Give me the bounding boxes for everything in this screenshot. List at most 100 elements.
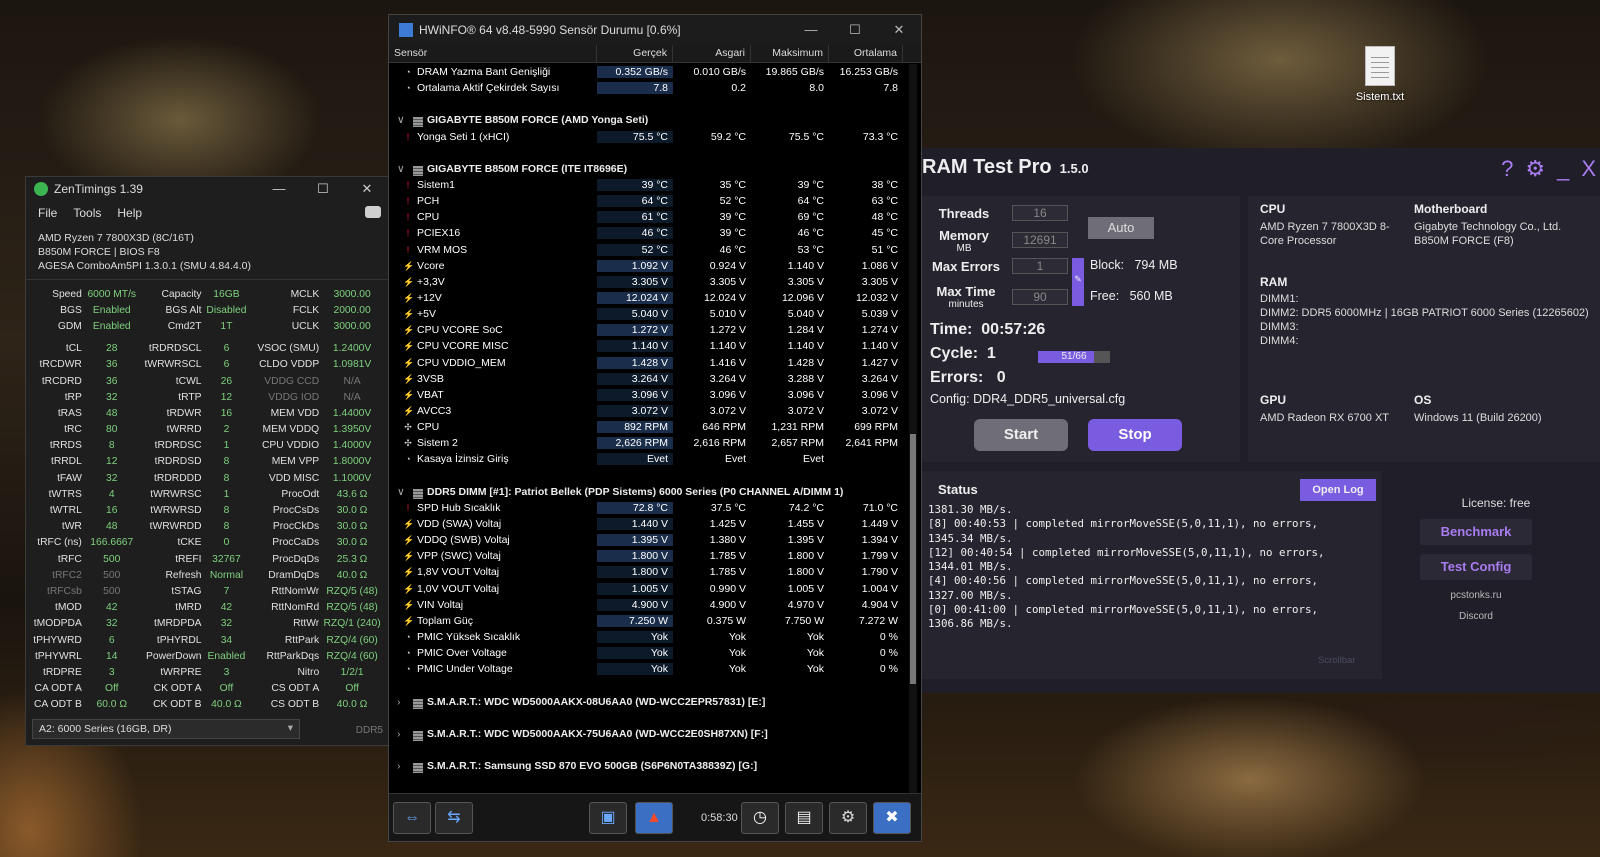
menu-file[interactable]: File xyxy=(38,206,57,220)
sensor-current: 39 °C xyxy=(597,179,673,192)
stop-button[interactable]: Stop xyxy=(1088,419,1182,451)
timing-value: 166.6667 xyxy=(90,537,134,549)
sensor-name-cell: ⚡ +3,3V xyxy=(389,276,597,288)
timing-value: 4 xyxy=(108,488,115,500)
sensor-current: 3.305 V xyxy=(597,275,673,288)
dimm-select[interactable]: A2: 6000 Series (16GB, DR) xyxy=(32,719,300,739)
sensor-row: ✣ CPU 892 RPM 646 RPM 1,231 RPM 699 RPM xyxy=(389,419,907,435)
chevron-right-icon[interactable]: › xyxy=(397,728,401,740)
timing-key: tRFCsb xyxy=(46,585,82,597)
test-config-button[interactable]: Test Config xyxy=(1420,554,1532,580)
discord-link[interactable]: Discord xyxy=(1392,611,1560,622)
network-icon[interactable]: ▣ xyxy=(589,802,627,834)
timing-value: 36 xyxy=(106,359,118,371)
rtp-version: 1.5.0 xyxy=(1059,161,1089,176)
timing-row: Speed 6000 MT/s Capacity 16GB MCLK 3000.00 xyxy=(30,286,385,302)
help-icon[interactable]: ? xyxy=(1501,156,1513,182)
max-time-input[interactable]: 90 xyxy=(1012,289,1068,305)
voltage-bolt-icon: ⚡ xyxy=(403,341,415,352)
open-log-button[interactable]: Open Log xyxy=(1300,479,1376,501)
sensor-max: Yok xyxy=(806,647,824,660)
timing-key: MEM VDDQ xyxy=(262,424,320,436)
sensor-max: 3.072 V xyxy=(787,405,824,418)
hw-scroll-thumb[interactable] xyxy=(910,434,916,684)
col-avg[interactable]: Ortalama xyxy=(829,45,903,62)
desktop-file-icon[interactable]: Sistem.txt xyxy=(1340,46,1420,103)
chevron-right-icon[interactable]: › xyxy=(397,696,401,708)
timing-value: 40.0 Ω xyxy=(336,699,368,711)
hw-scrollbar[interactable] xyxy=(909,64,917,794)
zentimings-window: ZenTimings 1.39 — ☐ ✕ File Tools Help AM… xyxy=(25,176,390,746)
sensor-group-header[interactable]: › S.M.A.R.T.: Samsung SSD 870 EVO 500GB (… xyxy=(389,758,907,774)
chevron-down-icon[interactable]: ∨ xyxy=(397,486,405,498)
sensor-avg: 3.096 V xyxy=(861,388,898,401)
minimize-icon[interactable]: _ xyxy=(1557,156,1569,182)
threads-input[interactable]: 16 xyxy=(1012,205,1068,221)
max-errors-input[interactable]: 1 xyxy=(1012,258,1068,274)
maximize-icon[interactable]: ☐ xyxy=(301,181,345,197)
expand-arrows-icon[interactable]: ⇔ xyxy=(393,802,431,834)
device-icon xyxy=(413,763,423,774)
sensor-group-header[interactable]: ∨ GIGABYTE B850M FORCE (AMD Yonga Seti) xyxy=(389,112,907,128)
rtp-system-panel: CPU AMD Ryzen 7 7800X3D 8-Core Processor… xyxy=(1248,196,1600,462)
sensor-name-cell: ⚡ CPU VDDIO_MEM xyxy=(389,357,597,369)
sensor-name-cell: ⚡ VIN Voltaj xyxy=(389,599,597,611)
minimize-icon[interactable]: — xyxy=(789,22,833,38)
timing-value: Off xyxy=(345,683,359,695)
benchmark-button[interactable]: Benchmark xyxy=(1420,519,1532,545)
settings-gear-icon[interactable]: ⚙ xyxy=(829,802,867,834)
minimize-icon[interactable]: — xyxy=(257,181,301,197)
clock-icon[interactable]: ◷ xyxy=(741,802,779,834)
timing-value: N/A xyxy=(343,375,361,387)
sensor-current: 4.900 V xyxy=(597,598,673,611)
sensor-avg: 1.427 V xyxy=(861,356,898,369)
sensor-avg: 7.8 xyxy=(883,82,898,95)
site-link[interactable]: pcstonks.ru xyxy=(1392,590,1560,601)
scrollbar-label[interactable]: Scrollbar xyxy=(1318,655,1356,666)
col-current[interactable]: Gerçek xyxy=(597,45,673,62)
auto-button[interactable]: Auto xyxy=(1088,217,1154,239)
timing-key: ProcCaDs xyxy=(272,537,320,549)
voltage-bolt-icon: ⚡ xyxy=(403,535,415,546)
report-icon[interactable]: ▤ xyxy=(785,802,823,834)
menu-help[interactable]: Help xyxy=(117,206,142,220)
sensor-group-header[interactable]: › S.M.A.R.T.: WDC WD5000AAKX-75U6AA0 (WD-… xyxy=(389,726,907,742)
chevron-down-icon[interactable]: ∨ xyxy=(397,163,405,175)
flame-icon[interactable]: ▲ xyxy=(635,802,673,834)
chevron-down-icon[interactable]: ∨ xyxy=(397,114,405,126)
device-icon xyxy=(413,698,423,709)
sensor-max: Evet xyxy=(802,453,824,466)
start-button[interactable]: Start xyxy=(974,419,1068,451)
voltage-bolt-icon: ⚡ xyxy=(403,373,415,384)
sensor-max: 1.800 V xyxy=(787,550,824,563)
timing-key: tRDPRE xyxy=(42,666,82,678)
close-icon[interactable]: ✕ xyxy=(877,22,921,38)
sensor-name-cell: ⚡ 3VSB xyxy=(389,373,597,385)
text-file-icon xyxy=(1365,46,1395,86)
menu-tools[interactable]: Tools xyxy=(73,206,101,220)
memory-input[interactable]: 12691 xyxy=(1012,232,1068,248)
sensor-name-cell: ⚡ VPP (SWC) Voltaj xyxy=(389,550,597,562)
timing-value: 14 xyxy=(106,650,118,662)
sensor-current: 5.040 V xyxy=(597,308,673,321)
col-min[interactable]: Asgari xyxy=(673,45,751,62)
collapse-arrows-icon[interactable]: ⇆ xyxy=(435,802,473,834)
sensor-group-header[interactable]: › S.M.A.R.T.: WDC WD5000AAKX-08U6AA0 (WD-… xyxy=(389,693,907,709)
settings-gear-icon[interactable]: ⚙ xyxy=(1525,156,1545,182)
close-icon[interactable]: X xyxy=(1581,156,1596,182)
timing-key: tMODPDA xyxy=(33,618,82,630)
col-sensor[interactable]: Sensör xyxy=(389,45,597,62)
pencil-icon[interactable]: ✎ xyxy=(1072,258,1084,306)
sensor-max: 75.5 °C xyxy=(788,130,824,143)
maximize-icon[interactable]: ☐ xyxy=(833,22,877,38)
close-icon[interactable]: ✕ xyxy=(345,181,389,197)
timing-value: 16 xyxy=(106,505,118,517)
close-x-icon[interactable]: ✖ xyxy=(873,802,911,834)
sensor-group-header[interactable]: ∨ DDR5 DIMM [#1]: Patriot Bellek (PDP Sis… xyxy=(389,484,907,500)
timing-key: tRCDWR xyxy=(39,359,82,371)
sensor-group-header[interactable]: ∨ GIGABYTE B850M FORCE (ITE IT8696E) xyxy=(389,161,907,177)
col-max[interactable]: Maksimum xyxy=(751,45,829,62)
camera-icon[interactable] xyxy=(365,206,381,218)
chevron-right-icon[interactable]: › xyxy=(397,760,401,772)
sensor-current: 1.428 V xyxy=(597,356,673,369)
